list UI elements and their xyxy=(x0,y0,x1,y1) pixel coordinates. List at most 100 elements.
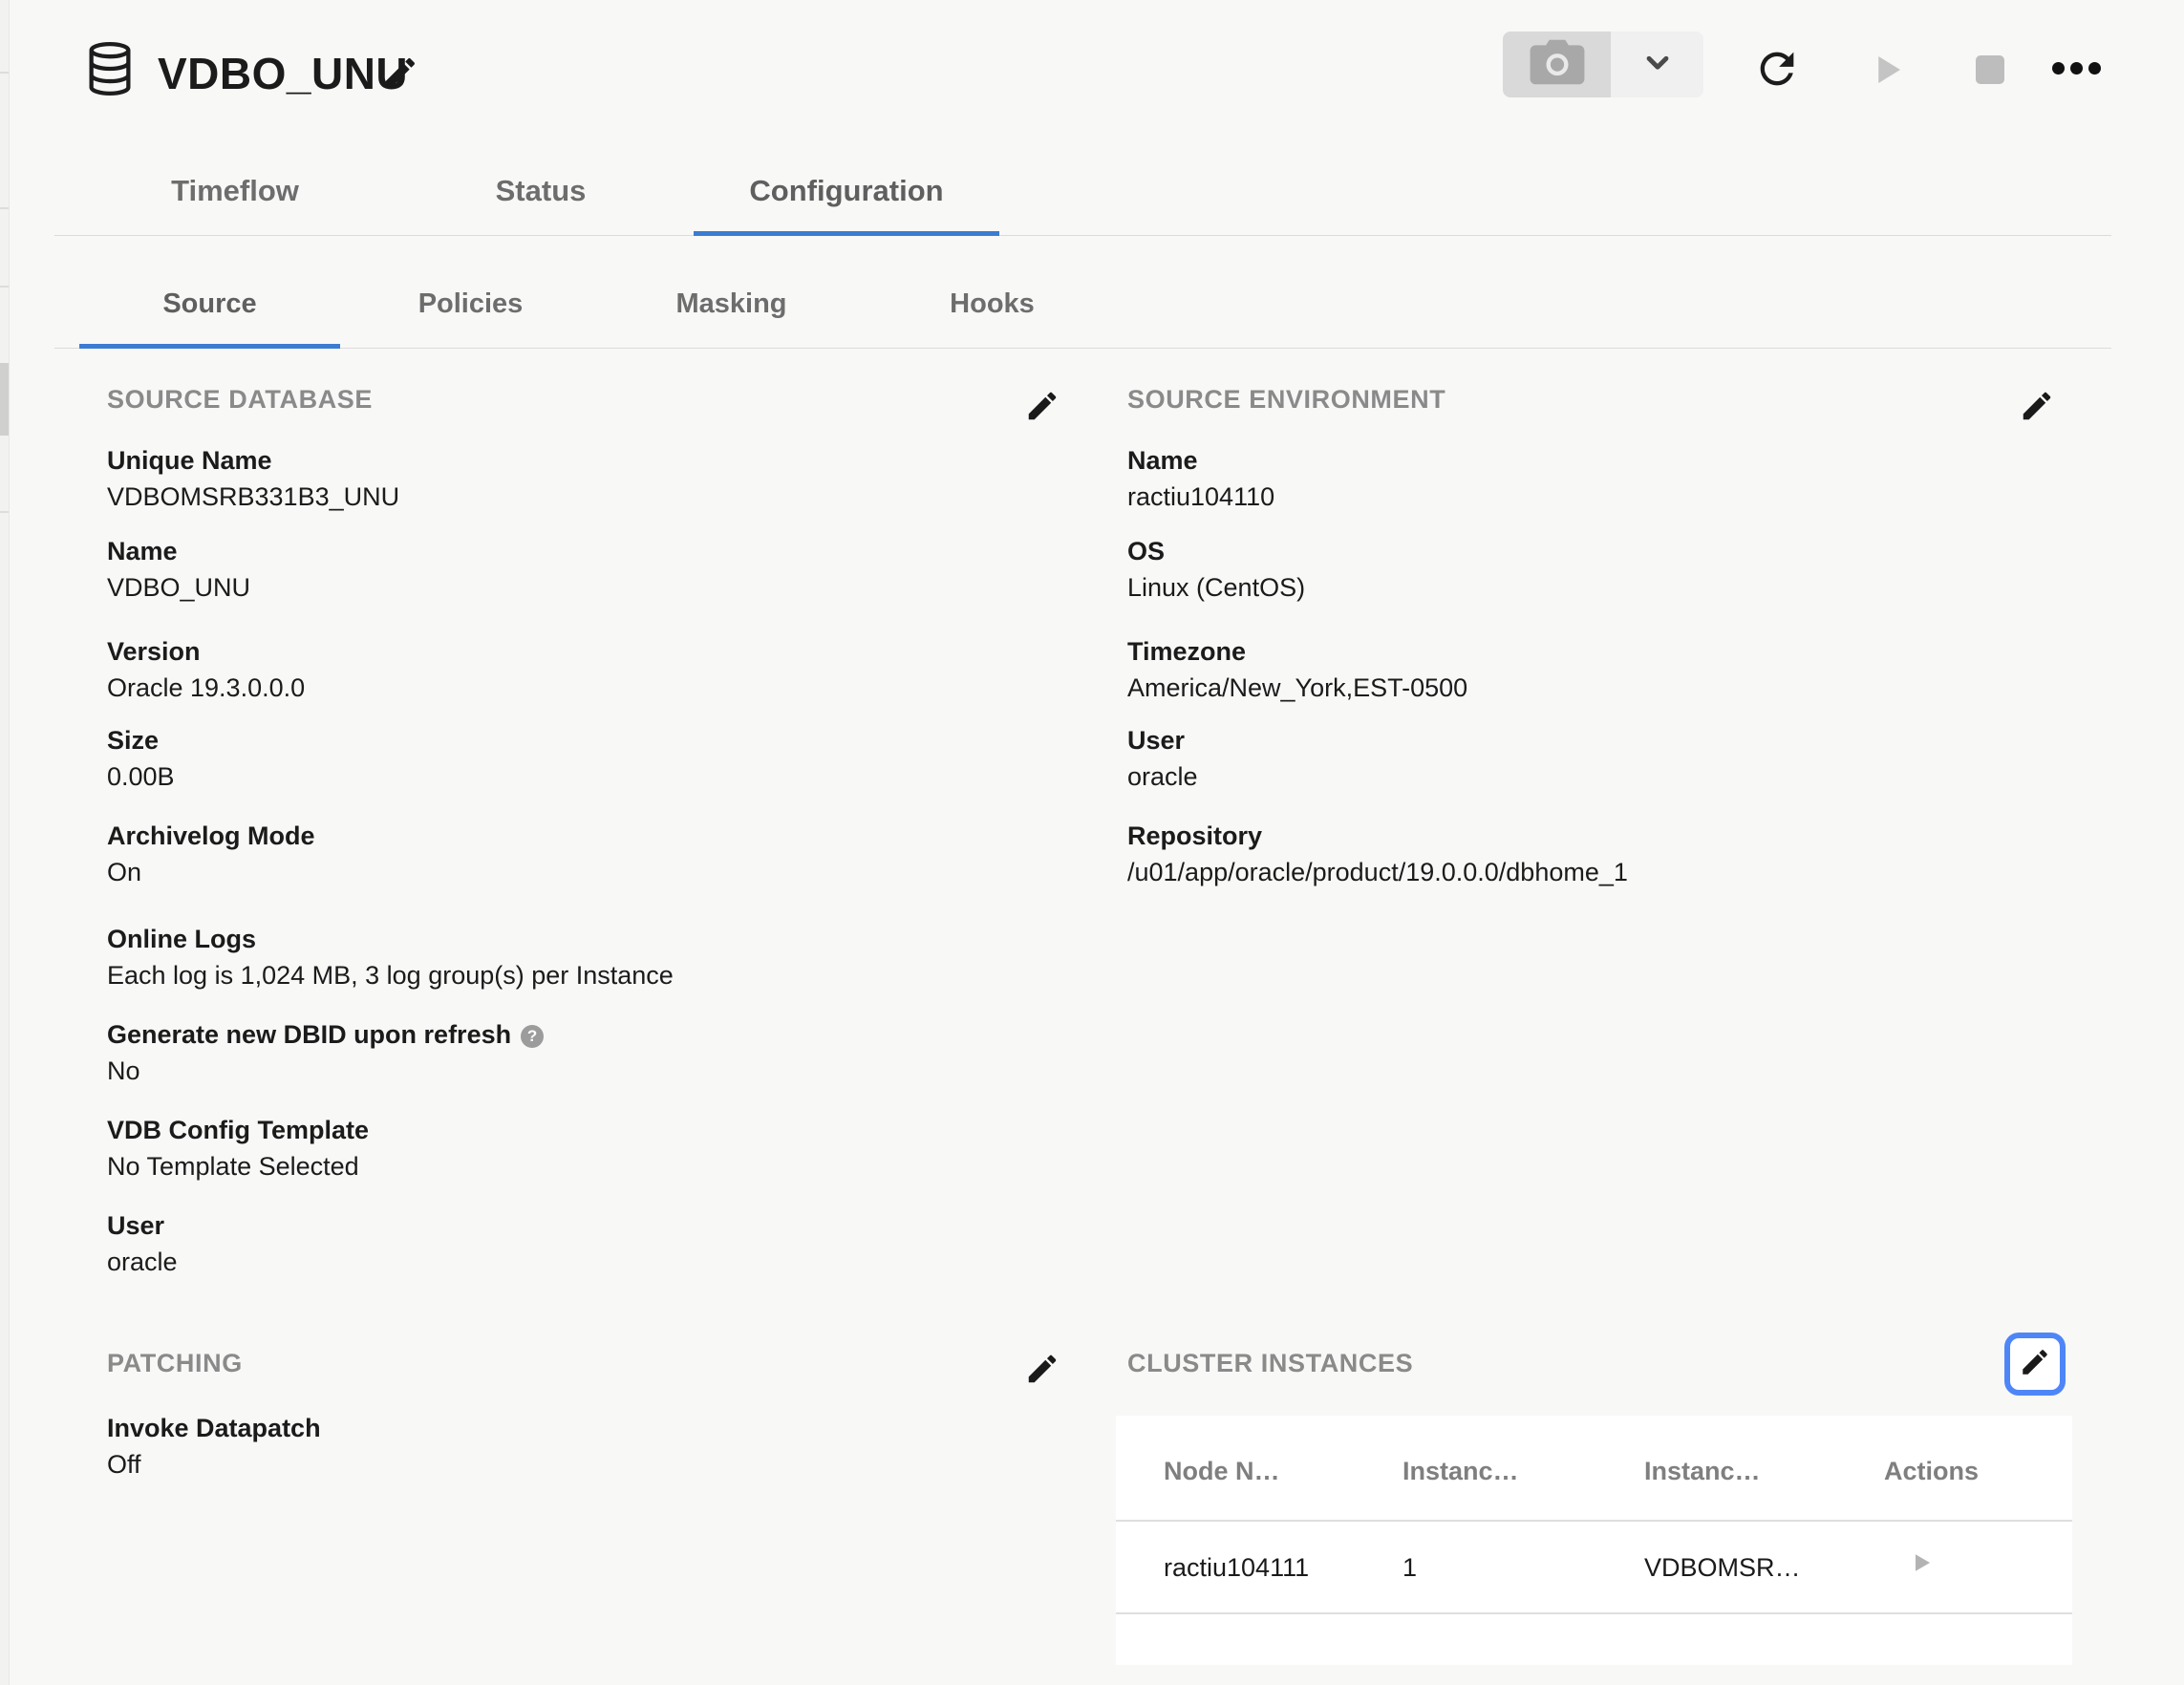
field-value: /u01/app/oracle/product/19.0.0.0/dbhome_… xyxy=(1127,856,1628,888)
table-row[interactable]: ractiu104111 1 VDBOMSR… xyxy=(1116,1522,2072,1614)
cell-node-name: ractiu104111 xyxy=(1164,1552,1309,1583)
pencil-icon xyxy=(2019,1346,2051,1383)
field-size: Size 0.00B xyxy=(107,724,175,793)
field-label: Invoke Datapatch xyxy=(107,1412,321,1444)
page-title: VDBO_UNU xyxy=(158,48,408,99)
patching-title: PATCHING xyxy=(107,1349,243,1377)
patching-edit-pencil-icon[interactable] xyxy=(1024,1351,1062,1389)
field-label: Name xyxy=(107,535,250,567)
snapshot-split-button[interactable] xyxy=(1503,32,1703,97)
cluster-instances-edit-button-focused[interactable] xyxy=(2004,1333,2066,1396)
subtab-masking[interactable]: Masking xyxy=(601,288,862,320)
tab-configuration[interactable]: Configuration xyxy=(694,175,999,207)
source-database-edit-pencil-icon[interactable] xyxy=(1024,388,1062,426)
field-user: User oracle xyxy=(107,1209,178,1278)
refresh-icon xyxy=(1752,81,1802,97)
cluster-instances-title: CLUSTER INSTANCES xyxy=(1127,1349,1413,1377)
field-archivelog-mode: Archivelog Mode On xyxy=(107,820,315,888)
more-options-button[interactable] xyxy=(2052,62,2101,75)
source-environment-edit-pencil-icon[interactable] xyxy=(2019,388,2057,426)
field-label: User xyxy=(107,1209,178,1242)
active-tab-underline xyxy=(694,231,999,236)
snapshot-button[interactable] xyxy=(1503,32,1611,97)
source-environment-title: SOURCE ENVIRONMENT xyxy=(1127,385,1445,414)
field-unique-name: Unique Name VDBOMSRB331B3_UNU xyxy=(107,444,399,513)
table-empty-row xyxy=(1116,1614,2072,1663)
field-value: oracle xyxy=(1127,760,1198,793)
start-button[interactable] xyxy=(1867,50,1907,95)
cluster-instances-table: Node N… Instanc… Instanc… Actions ractiu… xyxy=(1116,1416,2072,1665)
ellipsis-icon xyxy=(2052,62,2101,75)
field-value: ractiu104110 xyxy=(1127,480,1274,513)
edge-divider xyxy=(0,286,9,288)
edge-divider xyxy=(0,72,9,74)
tab-timeflow[interactable]: Timeflow xyxy=(82,175,388,207)
camera-icon xyxy=(1528,37,1587,92)
field-env-name: Name ractiu104110 xyxy=(1127,444,1274,513)
field-repository: Repository /u01/app/oracle/product/19.0.… xyxy=(1127,820,1628,888)
field-value: oracle xyxy=(107,1246,178,1278)
field-label: Generate new DBID upon refresh? xyxy=(107,1018,544,1051)
field-value: VDBOMSRB331B3_UNU xyxy=(107,480,399,513)
column-header-instance-name: Instanc… xyxy=(1644,1456,1761,1486)
field-value: No Template Selected xyxy=(107,1150,369,1183)
cell-instance-number: 1 xyxy=(1402,1552,1417,1583)
field-label: Online Logs xyxy=(107,923,674,955)
edge-divider xyxy=(0,207,9,209)
field-value: America/New_York,EST-0500 xyxy=(1127,672,1467,704)
chevron-down-icon xyxy=(1640,45,1675,84)
field-vdb-config-template: VDB Config Template No Template Selected xyxy=(107,1114,369,1183)
field-env-user: User oracle xyxy=(1127,724,1198,793)
vdb-configuration-page: VDBO_UNU xyxy=(0,0,2184,1685)
field-value: 0.00B xyxy=(107,760,175,793)
subtabs-divider xyxy=(54,348,2111,349)
refresh-button[interactable] xyxy=(1752,44,1802,98)
active-subtab-underline xyxy=(79,344,340,349)
left-edge-scrollbar-thumb xyxy=(0,363,9,436)
subtab-hooks[interactable]: Hooks xyxy=(862,288,1123,320)
field-label: Repository xyxy=(1127,820,1628,852)
field-online-logs: Online Logs Each log is 1,024 MB, 3 log … xyxy=(107,923,674,992)
tabs-divider xyxy=(54,235,2111,236)
field-label: Unique Name xyxy=(107,444,399,477)
row-action-play-icon[interactable] xyxy=(1906,1548,1935,1582)
field-value: On xyxy=(107,856,315,888)
field-label: OS xyxy=(1127,535,1305,567)
column-header-node-name: Node N… xyxy=(1164,1456,1280,1486)
subtab-policies[interactable]: Policies xyxy=(340,288,601,320)
column-header-instance-number: Instanc… xyxy=(1402,1456,1519,1486)
field-label: Name xyxy=(1127,444,1274,477)
field-name: Name VDBO_UNU xyxy=(107,535,250,604)
field-label: Timezone xyxy=(1127,635,1467,668)
field-label: Version xyxy=(107,635,305,668)
field-invoke-datapatch: Invoke Datapatch Off xyxy=(107,1412,321,1481)
help-icon[interactable]: ? xyxy=(521,1025,544,1048)
tab-status[interactable]: Status xyxy=(388,175,694,207)
field-label: User xyxy=(1127,724,1198,757)
database-icon xyxy=(84,38,136,104)
subtab-source[interactable]: Source xyxy=(79,288,340,320)
field-generate-new-dbid: Generate new DBID upon refresh? No xyxy=(107,1018,544,1087)
field-version: Version Oracle 19.3.0.0.0 xyxy=(107,635,305,704)
field-value: Off xyxy=(107,1448,321,1481)
field-label: Archivelog Mode xyxy=(107,820,315,852)
left-edge-panel xyxy=(0,0,10,1685)
field-value: VDBO_UNU xyxy=(107,571,250,604)
rename-pencil-icon[interactable] xyxy=(381,53,423,96)
field-value: Oracle 19.3.0.0.0 xyxy=(107,672,305,704)
snapshot-options-button[interactable] xyxy=(1611,32,1703,97)
edge-divider xyxy=(0,511,9,513)
field-value: No xyxy=(107,1055,544,1087)
field-label: VDB Config Template xyxy=(107,1114,369,1146)
field-value: Each log is 1,024 MB, 3 log group(s) per… xyxy=(107,959,674,992)
field-value: Linux (CentOS) xyxy=(1127,571,1305,604)
field-os: OS Linux (CentOS) xyxy=(1127,535,1305,604)
source-database-title: SOURCE DATABASE xyxy=(107,385,373,414)
column-header-actions: Actions xyxy=(1884,1456,1979,1486)
field-timezone: Timezone America/New_York,EST-0500 xyxy=(1127,635,1467,704)
stop-button[interactable] xyxy=(1976,55,2004,84)
field-label: Size xyxy=(107,724,175,757)
table-header-row: Node N… Instanc… Instanc… Actions xyxy=(1116,1416,2072,1522)
play-icon xyxy=(1867,77,1907,94)
cell-instance-name: VDBOMSR… xyxy=(1644,1552,1801,1583)
